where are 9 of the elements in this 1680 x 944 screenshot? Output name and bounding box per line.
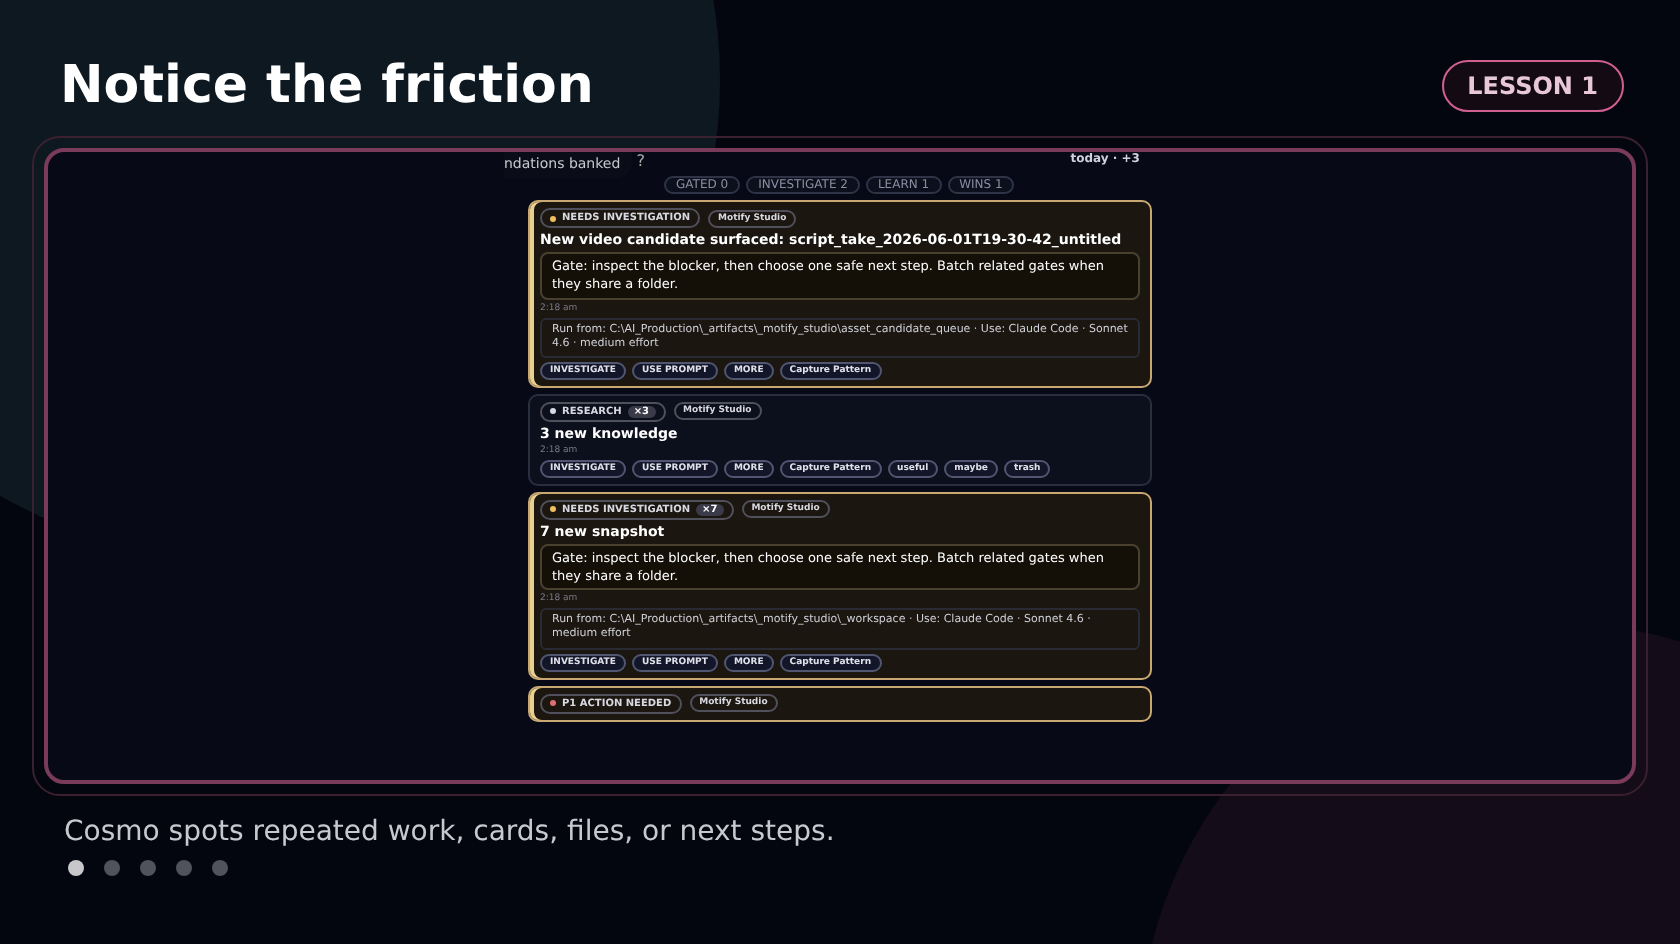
pager-dot[interactable] <box>68 860 84 876</box>
lesson-badge: LESSON 1 <box>1441 60 1624 112</box>
lesson-title: Notice the friction <box>60 56 594 116</box>
pager-dot[interactable] <box>212 860 228 876</box>
pager-dot[interactable] <box>104 860 120 876</box>
pager-dot[interactable] <box>176 860 192 876</box>
pager-dot[interactable] <box>140 860 156 876</box>
caption: Cosmo spots repeated work, cards, files, or next steps. <box>64 816 837 848</box>
help-mark: ? <box>636 152 645 170</box>
